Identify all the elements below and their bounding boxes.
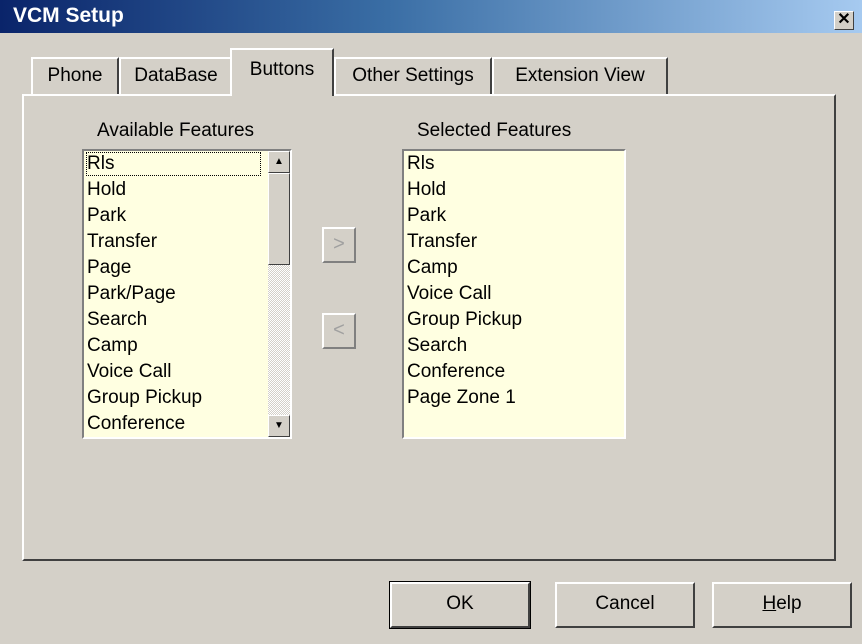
cancel-button[interactable]: Cancel	[555, 582, 695, 628]
list-item-label: Group Pickup	[407, 309, 523, 330]
list-item[interactable]: Transfer	[404, 229, 624, 255]
list-item-label: Park	[87, 205, 127, 226]
list-item-label: Hold	[87, 179, 127, 200]
title-bar: VCM Setup ✕	[0, 0, 862, 33]
list-item-label: Park	[407, 205, 447, 226]
list-item[interactable]: Voice Call	[404, 281, 624, 307]
available-scrollbar[interactable]: ▲ ▼	[268, 151, 290, 437]
list-item-label: Voice Call	[407, 283, 492, 304]
list-item-label: Rls	[86, 152, 261, 176]
list-item[interactable]: Rls	[84, 151, 290, 177]
selected-features-label: Selected Features	[417, 120, 572, 141]
list-item-label: Park/Page	[87, 283, 176, 304]
scroll-up-button[interactable]: ▲	[268, 151, 290, 173]
list-item-label: Conference	[407, 361, 506, 382]
list-item[interactable]: Park	[404, 203, 624, 229]
list-item[interactable]: Transfer	[84, 229, 290, 255]
available-features-list[interactable]: Rls Hold Park Transfer Page Park/Page Search Ca…	[82, 149, 292, 439]
available-features-label: Available Features	[97, 120, 255, 141]
list-item-label: Rls	[407, 153, 435, 174]
scroll-thumb[interactable]	[268, 173, 290, 265]
scroll-down-button[interactable]: ▼	[268, 415, 290, 437]
add-feature-button[interactable]: >	[322, 227, 356, 263]
arrow-down-icon: ▼	[274, 420, 284, 431]
list-item-label: Transfer	[87, 231, 158, 252]
list-item-label: Search	[87, 309, 148, 330]
list-item[interactable]: Group Pickup	[84, 385, 290, 411]
list-item-label: Camp	[407, 257, 458, 278]
tab-database[interactable]: DataBase	[119, 57, 233, 94]
help-label: elp	[776, 593, 802, 614]
tab-extension-view[interactable]: Extension View	[492, 57, 668, 94]
list-item[interactable]: Camp	[404, 255, 624, 281]
list-item-label: Camp	[87, 335, 138, 356]
arrow-up-icon: ▲	[274, 156, 284, 167]
list-item-label: Page Zone 1	[407, 387, 516, 408]
remove-feature-button[interactable]: <	[322, 313, 356, 349]
list-item[interactable]: Park/Page	[84, 281, 290, 307]
list-item[interactable]: Hold	[84, 177, 290, 203]
list-item[interactable]: Rls	[404, 151, 624, 177]
list-item[interactable]: Park	[84, 203, 290, 229]
window-title: VCM Setup	[13, 4, 124, 27]
list-item[interactable]: Page	[84, 255, 290, 281]
list-item[interactable]: Group Pickup	[404, 307, 624, 333]
list-item-label: Search	[407, 335, 468, 356]
list-item[interactable]: Search	[404, 333, 624, 359]
list-item[interactable]: Conference	[404, 359, 624, 385]
list-item[interactable]: Search	[84, 307, 290, 333]
close-icon: ✕	[837, 11, 851, 28]
help-mnemonic: H	[762, 593, 777, 614]
tab-phone[interactable]: Phone	[31, 57, 119, 94]
help-button[interactable]: Help	[712, 582, 852, 628]
tab-buttons[interactable]: Buttons	[230, 48, 334, 96]
list-item[interactable]: Hold	[404, 177, 624, 203]
tab-other-settings[interactable]: Other Settings	[334, 57, 492, 94]
ok-button[interactable]: OK	[389, 581, 531, 629]
list-item[interactable]: Page Zone 1	[404, 385, 624, 411]
list-item-label: Transfer	[407, 231, 478, 252]
list-item[interactable]: Voice Call	[84, 359, 290, 385]
list-item-label: Hold	[407, 179, 447, 200]
selected-features-list[interactable]: Rls Hold Park Transfer Camp Voice Call Group P…	[402, 149, 626, 439]
list-item[interactable]: Conference	[84, 411, 290, 437]
list-item-label: Conference	[87, 413, 186, 434]
close-button[interactable]: ✕	[834, 11, 854, 30]
list-item-label: Group Pickup	[87, 387, 203, 408]
list-item-label: Page	[87, 257, 132, 278]
list-item[interactable]: Camp	[84, 333, 290, 359]
list-item-label: Voice Call	[87, 361, 172, 382]
